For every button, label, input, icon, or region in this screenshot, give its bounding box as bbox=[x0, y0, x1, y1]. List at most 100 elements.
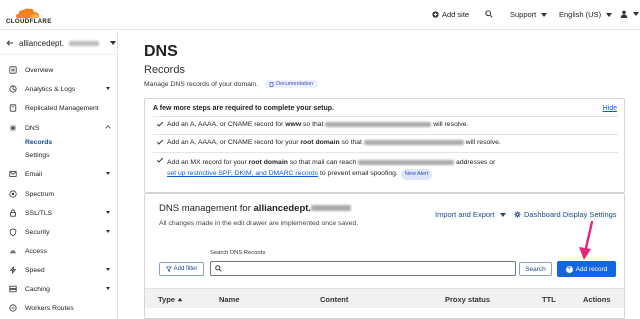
step-text-bold: root domain bbox=[300, 139, 340, 146]
redacted-domain bbox=[363, 139, 464, 145]
sort-up-icon bbox=[177, 297, 183, 302]
main-content: DNS Records Manage DNS records of your d… bbox=[118, 31, 640, 319]
sidebar-item-dns[interactable]: DNS bbox=[0, 120, 118, 136]
sidebar-item-label: DNS bbox=[25, 124, 40, 132]
sidebar-item-replicated-management[interactable]: Replicated Management bbox=[0, 100, 118, 116]
check-icon bbox=[156, 138, 164, 145]
sidebar-item-label: Email bbox=[25, 170, 42, 178]
step-text-part: addresses or bbox=[454, 159, 496, 166]
new-alert-badge: New Alert bbox=[400, 169, 433, 180]
sidebar-item-spectrum[interactable]: Spectrum bbox=[0, 186, 118, 202]
search-input[interactable] bbox=[225, 263, 513, 275]
step-text-part: Add an A, AAAA, or CNAME record for bbox=[167, 121, 286, 128]
import-export-label: Import and Export bbox=[435, 210, 495, 219]
user-menu[interactable] bbox=[620, 10, 639, 18]
filter-icon bbox=[165, 266, 172, 272]
cloudflare-logo[interactable]: CLOUDFLARE bbox=[6, 6, 58, 26]
column-header-actions: Actions bbox=[583, 295, 611, 304]
title-domain: alliancedept. bbox=[253, 203, 312, 214]
add-filter-button[interactable]: Add filter bbox=[159, 262, 204, 276]
add-site-button[interactable]: Add site bbox=[432, 10, 469, 19]
sidebar-item-label: Workers Routes bbox=[25, 304, 74, 312]
redacted-domain bbox=[325, 121, 432, 127]
chevron-down-icon bbox=[499, 212, 506, 217]
step-text-part: will resolve. bbox=[463, 139, 501, 146]
page-title: DNS bbox=[144, 43, 178, 60]
chevron-down-icon bbox=[106, 268, 110, 271]
records-table-header: Type Name Content Proxy status TTL Actio… bbox=[145, 288, 624, 308]
chevron-down-icon bbox=[106, 287, 110, 290]
setup-step-www: Add an A, AAAA, or CNAME record for www … bbox=[153, 116, 618, 133]
step-text-part: so that mail can reach bbox=[287, 159, 359, 166]
chevron-down-icon bbox=[106, 87, 110, 90]
column-label: Type bbox=[158, 295, 175, 304]
step-text: Add an MX record for your root domain so… bbox=[167, 157, 495, 180]
account-switcher[interactable]: alliancedept. bbox=[6, 36, 116, 50]
analytics-icon bbox=[9, 85, 17, 93]
dns-management-title: DNS management for alliancedept. bbox=[159, 203, 352, 214]
setup-steps-card: A few more steps are required to complet… bbox=[144, 98, 625, 193]
lock-icon bbox=[10, 209, 16, 217]
add-record-label: Add record bbox=[575, 265, 608, 273]
redacted-domain bbox=[358, 159, 455, 165]
sidebar-item-ssl-tls[interactable]: SSL/TLS bbox=[0, 205, 118, 221]
sidebar-item-access[interactable]: Access bbox=[0, 243, 118, 259]
workers-icon bbox=[9, 304, 17, 312]
sidebar-item-workers-routes[interactable]: Workers Routes bbox=[0, 300, 118, 316]
setup-step-mx: Add an MX record for your root domain so… bbox=[153, 152, 618, 190]
edit-drawer-note: All changes made in the edit drawer are … bbox=[159, 220, 359, 227]
search-button[interactable] bbox=[485, 10, 493, 18]
sidebar-item-label: Caching bbox=[25, 285, 50, 293]
sidebar-item-overview[interactable]: Overview bbox=[0, 62, 118, 78]
gear-icon bbox=[514, 211, 521, 218]
speed-icon bbox=[9, 266, 17, 274]
replicated-icon bbox=[9, 104, 17, 112]
column-header-content: Content bbox=[320, 295, 349, 304]
chevron-down-icon bbox=[109, 41, 116, 45]
chevron-down-icon bbox=[106, 172, 110, 175]
user-icon bbox=[620, 10, 628, 18]
sidebar-item-analytics[interactable]: Analytics & Logs bbox=[0, 81, 118, 97]
dashboard-settings-label: Dashboard Display Settings bbox=[524, 210, 617, 219]
sidebar-item-security[interactable]: Security bbox=[0, 224, 118, 240]
sidebar-item-label: SSL/TLS bbox=[25, 209, 53, 217]
step-text-part: Add an A, AAAA, or CNAME record for your bbox=[167, 139, 301, 146]
chevron-down-icon bbox=[541, 12, 548, 17]
description-text: Manage DNS records of your domain. bbox=[144, 80, 259, 88]
account-name: alliancedept. bbox=[19, 38, 64, 48]
sidebar-item-email[interactable]: Email bbox=[0, 166, 118, 182]
search-field[interactable] bbox=[210, 261, 516, 276]
step-text-part: so that bbox=[301, 121, 326, 128]
setup-title: A few more steps are required to complet… bbox=[153, 105, 335, 112]
support-menu[interactable]: Support bbox=[510, 10, 548, 19]
sidebar-subitem-settings[interactable]: Settings bbox=[25, 152, 50, 159]
sidebar-subitem-records[interactable]: Records bbox=[25, 139, 52, 146]
back-arrow-icon[interactable] bbox=[6, 39, 14, 47]
import-export-menu[interactable]: Import and Export bbox=[435, 210, 506, 219]
chevron-down-icon bbox=[633, 12, 639, 16]
check-icon bbox=[156, 156, 164, 163]
column-header-type[interactable]: Type bbox=[158, 295, 183, 304]
search-button[interactable]: Search bbox=[519, 262, 552, 276]
step-text-bold: www bbox=[285, 121, 302, 128]
column-header-proxy-status: Proxy status bbox=[445, 295, 491, 304]
shield-icon bbox=[9, 228, 17, 236]
sidebar-item-speed[interactable]: Speed bbox=[0, 262, 118, 278]
sidebar-item-caching[interactable]: Caching bbox=[0, 281, 118, 297]
step-text-part: Add an MX record for your bbox=[167, 159, 249, 166]
chevron-up-icon bbox=[105, 125, 111, 131]
add-record-button[interactable]: + Add record bbox=[557, 261, 616, 277]
add-circle-icon bbox=[432, 11, 439, 18]
language-menu[interactable]: English (US) bbox=[559, 10, 613, 19]
search-icon bbox=[215, 265, 222, 272]
hide-link[interactable]: Hide bbox=[603, 105, 617, 112]
search-icon bbox=[485, 10, 493, 18]
documentation-link[interactable]: Documentation bbox=[264, 80, 319, 88]
spf-dkim-dmarc-link[interactable]: set up restrictive SPF, DKIM, and DMARC … bbox=[167, 170, 318, 177]
sidebar-item-label: Security bbox=[25, 228, 50, 236]
top-bar: CLOUDFLARE Add site Support English (US) bbox=[0, 0, 640, 30]
document-icon bbox=[269, 81, 274, 87]
dashboard-display-settings-button[interactable]: Dashboard Display Settings bbox=[514, 210, 617, 219]
sidebar-item-label: Overview bbox=[25, 66, 54, 74]
overview-icon bbox=[9, 66, 17, 74]
